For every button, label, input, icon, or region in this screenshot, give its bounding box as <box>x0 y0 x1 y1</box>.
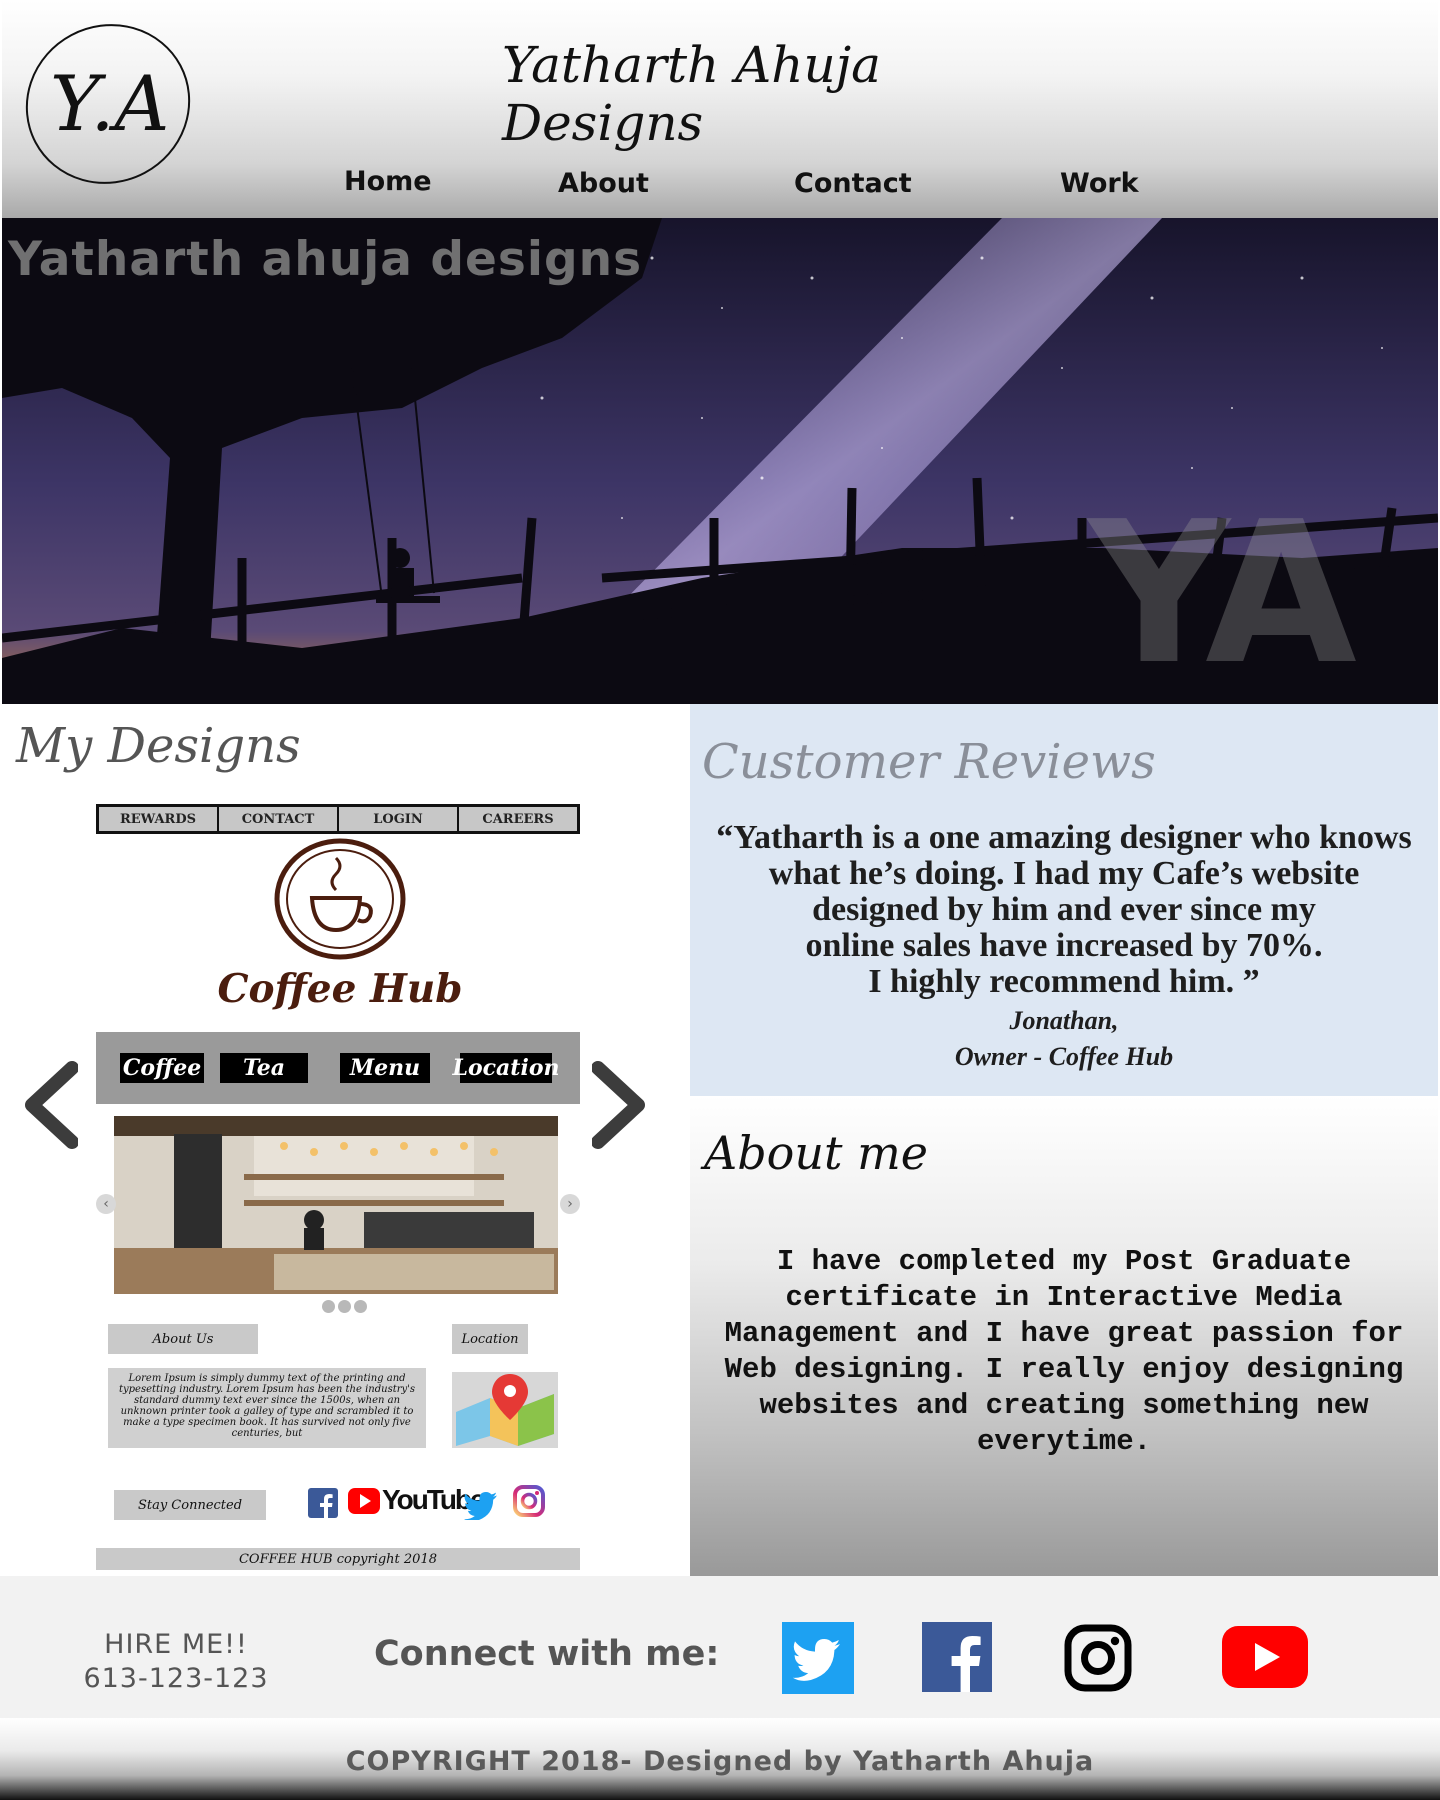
mock-menu-bar: Coffee Tea Menu Location <box>96 1032 580 1104</box>
facebook-icon[interactable] <box>922 1622 992 1692</box>
review-quote-line: online sales have increased by 70%. <box>805 927 1323 964</box>
contact-strip: HIRE ME!! 613-123-123 Connect with me: <box>0 1576 1440 1718</box>
mock-about-us-label: About Us <box>108 1324 258 1354</box>
hire-me-block: HIRE ME!! 613-123-123 <box>74 1628 278 1696</box>
mock-menu-location[interactable]: Location <box>453 1053 560 1083</box>
mock-top-nav: REWARDS CONTACT LOGIN CAREERS <box>96 804 580 834</box>
coffee-cup-icon <box>274 838 406 960</box>
about-me-line: websites and creating something new <box>759 1389 1369 1422</box>
mock-menu-tea[interactable]: Tea <box>220 1053 308 1083</box>
about-me-line: I have completed my Post Graduate <box>776 1245 1352 1278</box>
slider-dot[interactable] <box>322 1300 335 1313</box>
slider-dot[interactable] <box>338 1300 351 1313</box>
review-quote-line: what he’s doing. I had my Cafe’s website <box>768 855 1360 892</box>
mock-nav-careers[interactable]: CAREERS <box>458 806 578 832</box>
svg-text:Y.A: Y.A <box>50 59 169 148</box>
mock-youtube-icon[interactable] <box>348 1486 380 1516</box>
mock-location-label: Location <box>452 1324 528 1354</box>
mock-stay-connected-label: Stay Connected <box>114 1490 266 1520</box>
mock-menu-coffee[interactable]: Coffee <box>120 1053 204 1083</box>
mock-facebook-icon[interactable] <box>308 1488 338 1518</box>
about-me-line: everytime. <box>976 1425 1152 1458</box>
phone-number[interactable]: 613-123-123 <box>74 1662 278 1696</box>
my-designs-title: My Designs <box>16 718 301 774</box>
youtube-icon[interactable] <box>1222 1626 1308 1688</box>
review-quote: “Yatharth is a one amazing designer who … <box>690 820 1438 1000</box>
twitter-icon[interactable] <box>782 1622 854 1694</box>
site-title: Yatharth Ahuja Designs <box>502 36 881 152</box>
map-pin-icon[interactable] <box>452 1372 558 1448</box>
about-me-line: Management and I have great passion for <box>724 1317 1404 1350</box>
slider-dot[interactable] <box>354 1300 367 1313</box>
about-me-line: Web designing. I really enjoy designing <box>724 1353 1404 1386</box>
connect-label: Connect with me: <box>374 1634 720 1674</box>
slider-next-icon[interactable]: › <box>560 1194 580 1214</box>
site-header: Y.A Yatharth Ahuja Designs Home About Co… <box>2 0 1438 218</box>
about-me-title: About me <box>704 1126 928 1180</box>
carousel-prev-arrow-icon[interactable] <box>20 1060 78 1150</box>
coffee-hub-brand: Coffee Hub <box>217 966 463 1012</box>
footer-copyright: COPYRIGHT 2018- Designed by Yatharth Ahu… <box>345 1746 1095 1777</box>
hero-banner: Yatharth ahuja designs YA <box>2 218 1438 704</box>
mock-nav-rewards[interactable]: REWARDS <box>98 806 218 832</box>
site-logo[interactable]: Y.A <box>22 20 194 188</box>
review-author: Jonathan, <box>1009 1006 1119 1035</box>
nav-contact[interactable]: Contact <box>794 168 912 199</box>
nav-about[interactable]: About <box>558 168 649 199</box>
mock-instagram-icon[interactable] <box>512 1484 546 1518</box>
nav-home[interactable]: Home <box>344 166 432 197</box>
about-me-line: certificate in Interactive Media <box>785 1281 1343 1314</box>
mock-nav-login[interactable]: LOGIN <box>338 806 458 832</box>
mock-nav-contact[interactable]: CONTACT <box>218 806 338 832</box>
slider-prev-icon[interactable]: ‹ <box>96 1194 116 1214</box>
mock-footer-copyright: COFFEE HUB copyright 2018 <box>96 1548 580 1570</box>
slider-dots <box>322 1300 367 1313</box>
hero-overlay-text: Yatharth ahuja designs <box>8 232 643 287</box>
review-author-role: Owner - Coffee Hub <box>954 1042 1174 1071</box>
mock-lorem-text: Lorem Ipsum is simply dummy text of the … <box>108 1368 426 1448</box>
mock-menu-menu[interactable]: Menu <box>340 1053 430 1083</box>
cafe-interior-photo <box>114 1116 558 1294</box>
customer-reviews-title: Customer Reviews <box>702 734 1156 790</box>
mock-twitter-icon[interactable] <box>464 1492 498 1520</box>
hero-watermark: YA <box>1088 480 1357 704</box>
instagram-icon[interactable] <box>1064 1624 1132 1692</box>
review-quote-line: designed by him and ever since my <box>812 891 1316 928</box>
nav-work[interactable]: Work <box>1060 168 1139 199</box>
about-me-section: About me I have completed my Post Gradua… <box>690 1096 1438 1576</box>
review-quote-line: I highly recommend him. ” <box>868 963 1260 1000</box>
my-designs-section: My Designs REWARDS CONTACT LOGIN CAREERS… <box>0 704 690 1576</box>
site-footer: COPYRIGHT 2018- Designed by Yatharth Ahu… <box>0 1718 1440 1800</box>
review-quote-line: “Yatharth is a one amazing designer who … <box>716 819 1412 856</box>
about-me-text: I have completed my Post Graduate certif… <box>704 1244 1424 1460</box>
carousel-next-arrow-icon[interactable] <box>592 1060 650 1150</box>
customer-reviews-section: Customer Reviews “Yatharth is a one amaz… <box>690 704 1438 1096</box>
hire-me-text: HIRE ME!! <box>104 1629 248 1660</box>
